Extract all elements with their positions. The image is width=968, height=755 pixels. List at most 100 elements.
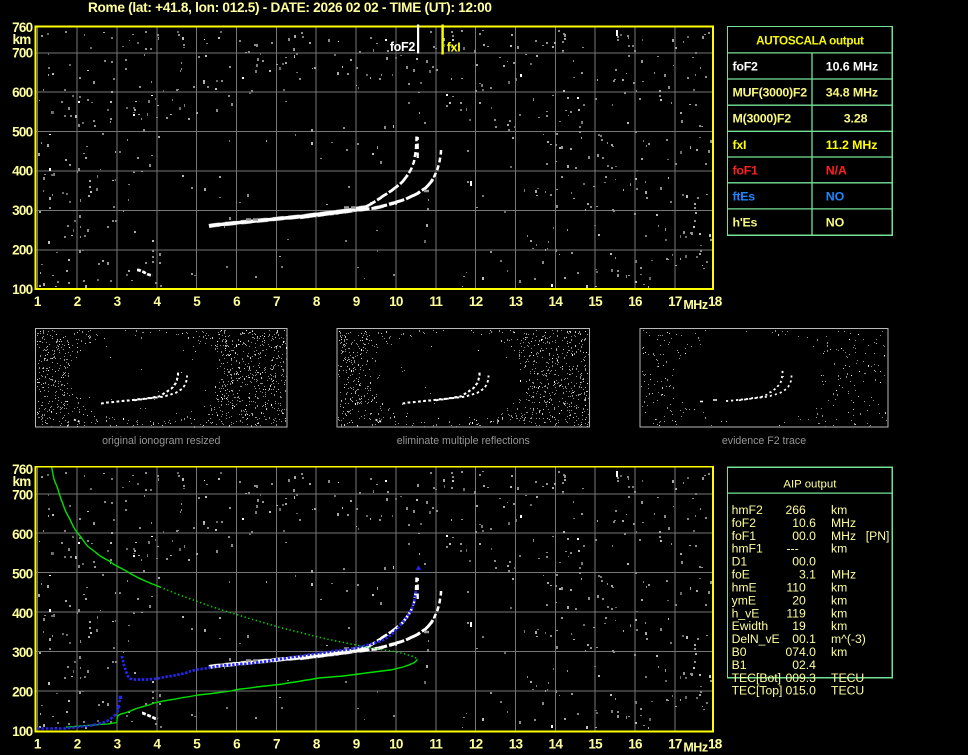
svg-text:14: 14 xyxy=(549,737,564,752)
svg-text:7: 7 xyxy=(273,737,280,752)
svg-text:Ewidth: Ewidth xyxy=(732,619,769,633)
svg-text:MUF(3000)F2: MUF(3000)F2 xyxy=(733,86,808,100)
svg-text:.4: .4 xyxy=(806,658,816,672)
svg-text:4: 4 xyxy=(153,294,161,309)
svg-text:fxI: fxI xyxy=(733,138,747,152)
svg-text:600: 600 xyxy=(12,85,33,100)
svg-text:266: 266 xyxy=(785,503,806,517)
svg-text:009: 009 xyxy=(785,671,806,685)
svg-text:13: 13 xyxy=(509,294,524,309)
svg-text:400: 400 xyxy=(12,606,33,621)
svg-text:14: 14 xyxy=(549,294,564,309)
svg-text:N/A: N/A xyxy=(826,164,847,178)
svg-text:6: 6 xyxy=(233,737,241,752)
svg-text:---: --- xyxy=(787,542,799,556)
svg-text:foF1: foF1 xyxy=(732,529,757,543)
svg-text:7: 7 xyxy=(273,294,280,309)
svg-text:11: 11 xyxy=(429,737,443,752)
svg-text:10.6 MHz: 10.6 MHz xyxy=(826,59,878,73)
svg-text:AUTOSCALA output: AUTOSCALA output xyxy=(756,35,864,48)
svg-text:6: 6 xyxy=(233,294,241,309)
svg-text:19: 19 xyxy=(792,619,806,633)
svg-text:015: 015 xyxy=(785,684,806,698)
svg-text:02: 02 xyxy=(792,658,806,672)
svg-text:34.8 MHz: 34.8 MHz xyxy=(826,86,878,100)
svg-text:evidence F2 trace: evidence F2 trace xyxy=(722,435,806,447)
svg-text:400: 400 xyxy=(12,164,33,179)
svg-text:D1: D1 xyxy=(732,555,748,569)
svg-text:km: km xyxy=(831,645,847,659)
svg-text:.1: .1 xyxy=(806,632,816,646)
svg-text:9: 9 xyxy=(353,294,360,309)
svg-text:ymE: ymE xyxy=(732,593,756,607)
svg-text:MHz: MHz xyxy=(831,529,856,543)
svg-text:.3: .3 xyxy=(806,671,816,685)
svg-text:8: 8 xyxy=(313,294,321,309)
svg-text:NO: NO xyxy=(826,215,845,229)
svg-text:8: 8 xyxy=(313,737,321,752)
svg-text:1: 1 xyxy=(34,294,42,309)
svg-text:km: km xyxy=(831,606,847,620)
svg-text:.6: .6 xyxy=(806,516,816,530)
svg-text:16: 16 xyxy=(628,737,643,752)
svg-text:NO: NO xyxy=(826,189,845,203)
svg-text:5: 5 xyxy=(193,294,201,309)
svg-text:foF1: foF1 xyxy=(733,164,759,178)
svg-text:3.28: 3.28 xyxy=(844,112,868,126)
svg-text:00: 00 xyxy=(792,555,806,569)
svg-text:fxI: fxI xyxy=(447,41,461,55)
svg-text:5: 5 xyxy=(193,737,201,752)
svg-text:DelN_vE: DelN_vE xyxy=(732,632,780,646)
svg-text:15: 15 xyxy=(588,294,603,309)
svg-text:MHz: MHz xyxy=(831,568,856,582)
svg-text:300: 300 xyxy=(12,203,33,218)
svg-text:15: 15 xyxy=(588,737,603,752)
svg-text:B0: B0 xyxy=(732,645,747,659)
svg-text:foE: foE xyxy=(732,568,750,582)
svg-text:100: 100 xyxy=(12,282,33,297)
svg-text:TEC[Top]: TEC[Top] xyxy=(732,684,783,698)
svg-text:00: 00 xyxy=(792,632,806,646)
svg-text:500: 500 xyxy=(12,566,33,581)
svg-text:hmE: hmE xyxy=(732,580,757,594)
svg-text:110: 110 xyxy=(786,580,806,594)
svg-text:2: 2 xyxy=(74,737,81,752)
svg-text:original ionogram resized: original ionogram resized xyxy=(102,435,220,447)
svg-text:.0: .0 xyxy=(806,684,816,698)
svg-text:17: 17 xyxy=(668,294,682,309)
svg-text:16: 16 xyxy=(628,294,643,309)
svg-text:17: 17 xyxy=(668,737,682,752)
svg-text:km: km xyxy=(831,619,847,633)
svg-text:ftEs: ftEs xyxy=(733,189,756,203)
svg-text:AIP output: AIP output xyxy=(783,479,837,491)
svg-text:11.2 MHz: 11.2 MHz xyxy=(826,138,878,152)
svg-text:TECU: TECU xyxy=(831,671,864,685)
svg-text:km: km xyxy=(831,542,847,556)
svg-text:13: 13 xyxy=(509,737,524,752)
svg-text:600: 600 xyxy=(12,527,33,542)
svg-text:km: km xyxy=(831,593,847,607)
svg-text:3: 3 xyxy=(114,737,122,752)
svg-text:700: 700 xyxy=(12,488,33,503)
svg-text:km: km xyxy=(831,580,847,594)
svg-text:1: 1 xyxy=(34,737,42,752)
svg-text:300: 300 xyxy=(12,645,33,660)
svg-text:4: 4 xyxy=(153,737,161,752)
svg-text:M(3000)F2: M(3000)F2 xyxy=(733,112,792,126)
svg-text:119: 119 xyxy=(786,606,806,620)
svg-text:MHz: MHz xyxy=(683,298,707,312)
svg-text:h'Es: h'Es xyxy=(733,215,758,229)
svg-text:foF2: foF2 xyxy=(390,40,416,54)
svg-text:.1: .1 xyxy=(806,568,816,582)
svg-text:h_vE: h_vE xyxy=(732,606,760,620)
svg-text:3: 3 xyxy=(114,294,122,309)
svg-text:eliminate multiple reflections: eliminate multiple reflections xyxy=(397,435,530,447)
svg-text:.0: .0 xyxy=(806,555,816,569)
svg-text:500: 500 xyxy=(12,124,33,139)
svg-text:200: 200 xyxy=(12,685,33,700)
svg-text:Rome (lat: +41.8, lon: 012.5): Rome (lat: +41.8, lon: 012.5) - DATE: 20… xyxy=(88,0,492,15)
svg-text:200: 200 xyxy=(12,243,33,258)
svg-text:100: 100 xyxy=(12,724,33,739)
svg-text:B1: B1 xyxy=(732,658,747,672)
svg-text:m^(-3): m^(-3) xyxy=(831,632,866,646)
